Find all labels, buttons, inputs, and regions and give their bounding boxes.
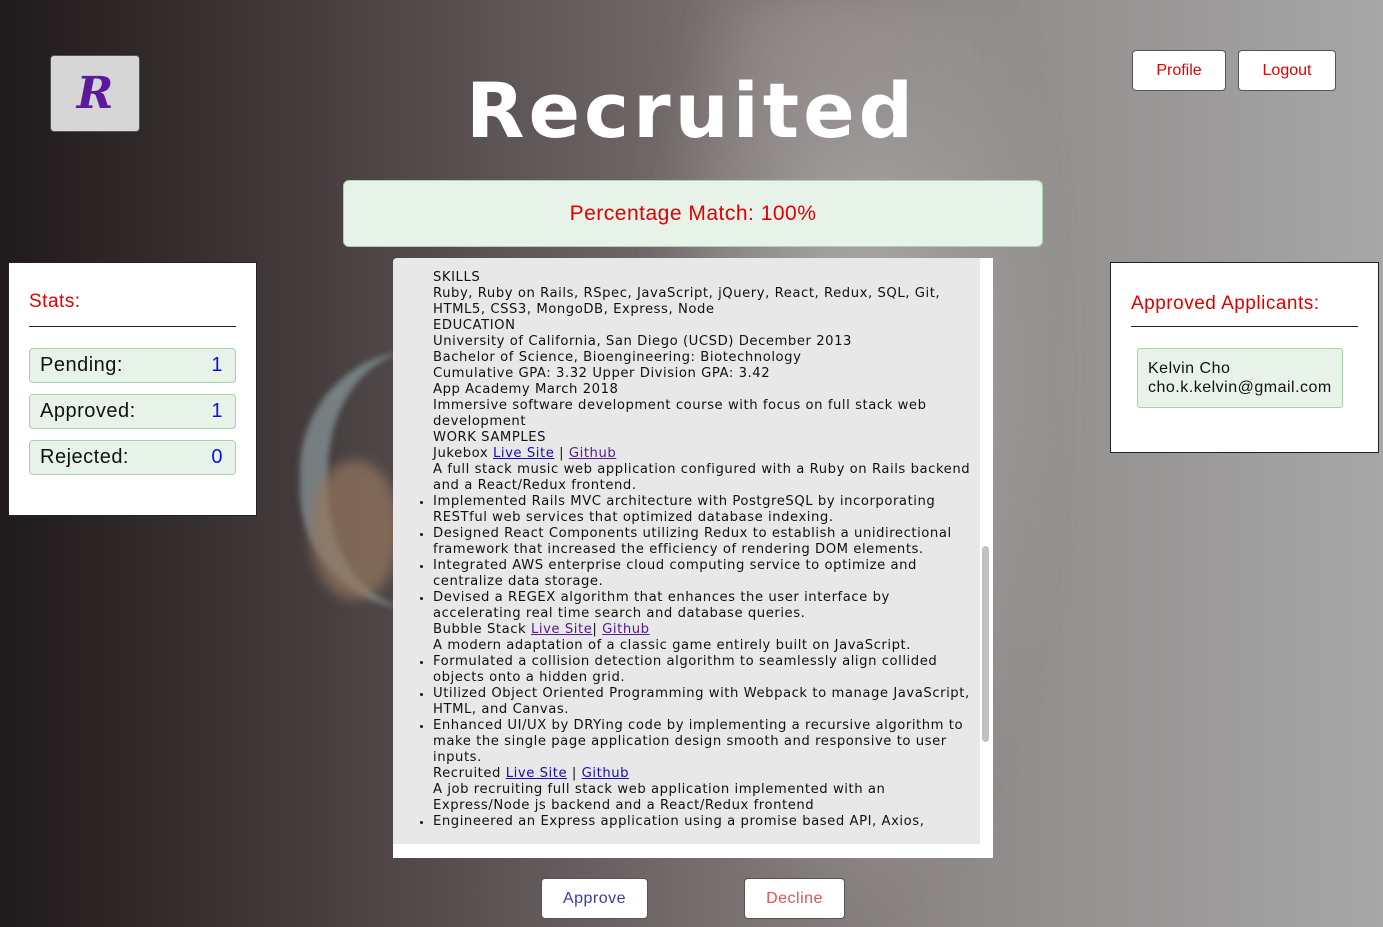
project-name: Bubble Stack xyxy=(433,622,531,637)
project-name: Recruited xyxy=(433,766,506,781)
stats-panel: Stats: Pending: 1 Approved: 1 Rejected: … xyxy=(8,262,257,516)
stat-value: 0 xyxy=(211,446,223,468)
live-site-link[interactable]: Live Site xyxy=(493,446,554,461)
project-bullets: Implemented Rails MVC architecture with … xyxy=(433,494,981,622)
applicant-email: cho.k.kelvin@gmail.com xyxy=(1148,379,1332,396)
approved-applicants-title: Approved Applicants: xyxy=(1131,293,1320,314)
project-bullet: Integrated AWS enterprise cloud computin… xyxy=(433,558,981,590)
stat-value: 1 xyxy=(211,400,223,422)
education-line: University of California, San Diego (UCS… xyxy=(433,334,852,349)
stat-value: 1 xyxy=(211,354,223,376)
resume-panel[interactable]: SKILLS Ruby, Ruby on Rails, RSpec, JavaS… xyxy=(393,258,993,858)
project-bullet: Utilized Object Oriented Programming wit… xyxy=(433,686,981,718)
education-line: App Academy March 2018 xyxy=(433,382,619,397)
link-separator: | xyxy=(567,766,582,781)
project-bullet: Enhanced UI/UX by DRYing code by impleme… xyxy=(433,718,981,766)
project-name: Jukebox xyxy=(433,446,493,461)
percentage-match-banner: Percentage Match: 100% xyxy=(343,180,1043,247)
logout-button[interactable]: Logout xyxy=(1238,50,1336,91)
project-description: A job recruiting full stack web applicat… xyxy=(433,782,886,813)
applicant-name: Kelvin Cho xyxy=(1148,360,1231,377)
resume-content[interactable]: SKILLS Ruby, Ruby on Rails, RSpec, JavaS… xyxy=(393,258,981,844)
project-bullet: Formulated a collision detection algorit… xyxy=(433,654,981,686)
link-separator: | xyxy=(554,446,569,461)
stat-label: Pending: xyxy=(40,354,123,376)
background-hand xyxy=(310,460,400,600)
project-title: Bubble Stack Live Site| Github xyxy=(433,622,981,638)
applicant-card[interactable]: Kelvin Cho cho.k.kelvin@gmail.com xyxy=(1137,348,1343,408)
project-bullet: Designed React Components utilizing Redu… xyxy=(433,526,981,558)
resume-scrollbar[interactable] xyxy=(980,258,993,844)
stat-row-pending: Pending: 1 xyxy=(29,348,236,383)
project-description: A full stack music web application confi… xyxy=(433,462,971,493)
work-samples-heading: WORK SAMPLES xyxy=(433,430,547,445)
stat-row-approved: Approved: 1 xyxy=(29,394,236,429)
github-link[interactable]: Github xyxy=(582,766,629,781)
link-separator: | xyxy=(592,622,603,637)
project-bullets: Formulated a collision detection algorit… xyxy=(433,654,981,766)
decline-button[interactable]: Decline xyxy=(744,878,845,919)
project-bullets: Engineered an Express application using … xyxy=(433,814,981,830)
stat-row-rejected: Rejected: 0 xyxy=(29,440,236,475)
education-line: Bachelor of Science, Bioengineering: Bio… xyxy=(433,350,802,365)
approved-applicants-panel: Approved Applicants: Kelvin Cho cho.k.ke… xyxy=(1110,262,1379,453)
project-bullet: Engineered an Express application using … xyxy=(433,814,981,830)
stat-label: Rejected: xyxy=(40,446,129,468)
github-link[interactable]: Github xyxy=(602,622,649,637)
skills-heading: SKILLS xyxy=(433,270,481,285)
github-link[interactable]: Github xyxy=(569,446,616,461)
project-title: Jukebox Live Site | Github xyxy=(433,446,981,462)
approved-divider xyxy=(1131,326,1358,327)
profile-button[interactable]: Profile xyxy=(1132,50,1226,91)
approve-button[interactable]: Approve xyxy=(541,878,648,919)
project-description: A modern adaptation of a classic game en… xyxy=(433,638,911,653)
education-line: Cumulative GPA: 3.32 Upper Division GPA:… xyxy=(433,366,771,381)
stats-title: Stats: xyxy=(29,291,81,312)
project-bullet: Implemented Rails MVC architecture with … xyxy=(433,494,981,526)
percentage-match-text: Percentage Match: 100% xyxy=(569,201,817,225)
education-heading: EDUCATION xyxy=(433,318,516,333)
stats-divider xyxy=(29,326,236,327)
skills-text: Ruby, Ruby on Rails, RSpec, JavaScript, … xyxy=(433,286,941,317)
education-line: Immersive software development course wi… xyxy=(433,398,927,429)
project-title: Recruited Live Site | Github xyxy=(433,766,981,782)
live-site-link[interactable]: Live Site xyxy=(531,622,592,637)
resume-scrollbar-thumb[interactable] xyxy=(982,546,989,742)
stat-label: Approved: xyxy=(40,400,136,422)
project-bullet: Devised a REGEX algorithm that enhances … xyxy=(433,590,981,622)
live-site-link[interactable]: Live Site xyxy=(506,766,567,781)
